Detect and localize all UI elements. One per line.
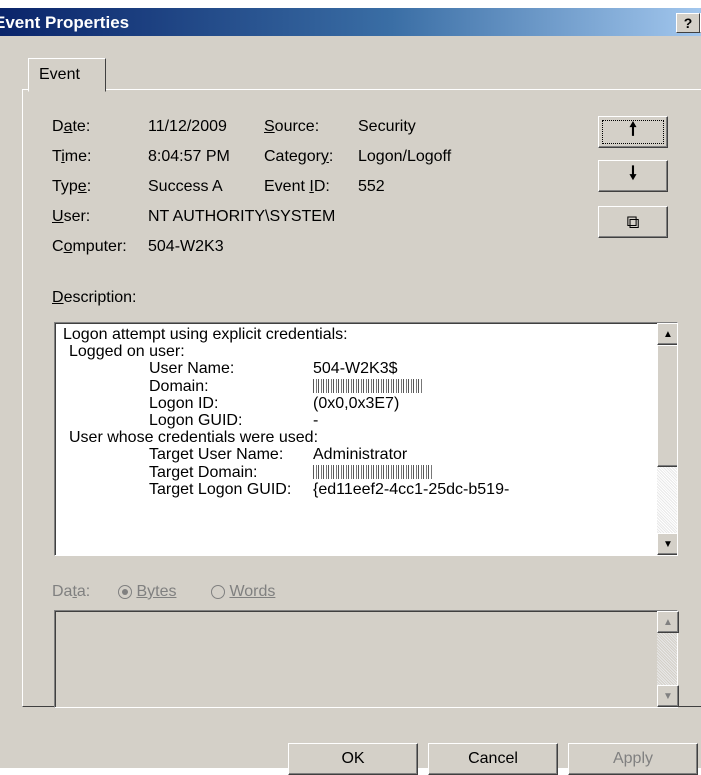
description-line: Domain: <box>63 378 653 395</box>
description-label: Description: <box>52 289 137 306</box>
scroll-thumb[interactable] <box>657 345 677 467</box>
tab-event-label: Event <box>39 66 80 83</box>
scroll-up-button[interactable]: ▲ <box>657 323 677 345</box>
previous-event-button[interactable]: 🠕 <box>598 116 668 148</box>
radio-words-label: Words <box>229 583 276 600</box>
date-label: Date: <box>52 118 91 135</box>
source-value: Security <box>358 118 416 135</box>
description-line: Target Logon GUID: {ed11eef2-4cc1-25dc-b5… <box>63 481 653 498</box>
source-label: Source: <box>264 118 320 135</box>
description-line: Logged on user: <box>63 343 653 360</box>
description-line-key: Target Logon GUID: <box>149 480 292 498</box>
event-id-value: 552 <box>358 178 385 195</box>
tab-event[interactable]: Event <box>28 58 106 92</box>
computer-value: 504-W2K3 <box>148 238 224 255</box>
description-line-key: User whose credentials were used: <box>69 429 319 447</box>
title-bar[interactable]: Event Properties ? × <box>0 8 701 36</box>
category-value: Logon/Logoff <box>358 148 452 165</box>
event-id-label: Event ID: <box>264 178 330 195</box>
ok-button[interactable]: OK <box>288 743 418 775</box>
event-properties-dialog: Event Properties ? × Event Date: 11/12/2… <box>0 8 701 775</box>
triangle-down-icon: ▼ <box>663 690 673 702</box>
description-line: Target User Name: Administrator <box>63 446 653 463</box>
redacted-value <box>313 378 423 393</box>
description-line: Logon GUID: - <box>63 412 653 429</box>
arrow-up-icon: 🠕 <box>629 119 637 139</box>
arrow-down-icon: 🠗 <box>629 163 637 183</box>
user-label: User: <box>52 208 91 225</box>
radio-bytes-option[interactable]: Bytes <box>118 583 176 601</box>
copy-to-clipboard-button[interactable]: ⧉ <box>598 206 668 238</box>
triangle-down-icon: ▼ <box>663 538 673 550</box>
category-label: Category: <box>264 148 334 165</box>
date-value: 11/12/2009 <box>148 118 227 135</box>
description-line-key: Target User Name: <box>149 446 284 464</box>
computer-label: Computer: <box>52 238 127 255</box>
radio-bytes-label: Bytes <box>136 583 177 600</box>
scroll-down-button[interactable]: ▼ <box>657 533 677 555</box>
description-textbox[interactable]: Logon attempt using explicit credentials… <box>54 322 678 556</box>
description-line-key: Logon attempt using explicit credentials… <box>63 326 348 343</box>
user-value: NT AUTHORITY\SYSTEM <box>148 208 336 225</box>
data-label: Data: <box>52 583 91 600</box>
data-textbox[interactable]: ▲ ▼ <box>54 610 679 708</box>
description-line: Logon ID: (0x0,0x3E7) <box>63 395 653 412</box>
data-scroll-up-button[interactable]: ▲ <box>657 611 679 633</box>
description-line-value: Administrator <box>313 446 408 464</box>
description-line-key: User Name: <box>149 360 235 378</box>
redacted-value <box>313 464 433 479</box>
next-event-button[interactable]: 🠗 <box>598 160 668 192</box>
cancel-button[interactable]: Cancel <box>428 743 558 775</box>
radio-words[interactable] <box>211 584 225 599</box>
triangle-up-icon: ▲ <box>663 616 673 628</box>
description-line-value: 504-W2K3$ <box>313 360 398 378</box>
description-line-value: (0x0,0x3E7) <box>313 394 400 412</box>
copy-icon: ⧉ <box>626 211 640 232</box>
type-value: Success A <box>148 178 223 195</box>
description-scrollbar[interactable]: ▲ ▼ <box>657 323 677 555</box>
description-line-value: {ed11eef2-4cc1-25dc-b519- <box>313 480 510 498</box>
description-line-key: Logon GUID: <box>149 411 243 429</box>
window-title: Event Properties <box>0 13 130 32</box>
data-scrollbar[interactable]: ▲ ▼ <box>657 611 679 707</box>
description-line-key: Domain: <box>149 377 209 395</box>
description-line: User Name: 504-W2K3$ <box>63 360 653 377</box>
description-line-value: - <box>313 411 319 429</box>
description-line: User whose credentials were used: <box>63 429 653 446</box>
description-line-key: Target Domain: <box>149 463 258 481</box>
description-line: Target Domain: <box>63 464 653 481</box>
apply-button[interactable]: Apply <box>568 743 698 775</box>
radio-words-option[interactable]: Words <box>211 583 275 601</box>
description-line: Logon attempt using explicit credentials… <box>63 326 653 343</box>
type-label: Type: <box>52 178 92 195</box>
data-scroll-down-button[interactable]: ▼ <box>657 685 679 707</box>
description-line-key: Logon ID: <box>149 394 219 412</box>
time-value: 8:04:57 PM <box>148 148 230 165</box>
description-line-key: Logged on user: <box>69 343 185 361</box>
help-button[interactable]: ? <box>676 13 700 33</box>
triangle-up-icon: ▲ <box>663 328 673 340</box>
time-label: Time: <box>52 148 92 165</box>
radio-bytes[interactable] <box>118 584 132 599</box>
